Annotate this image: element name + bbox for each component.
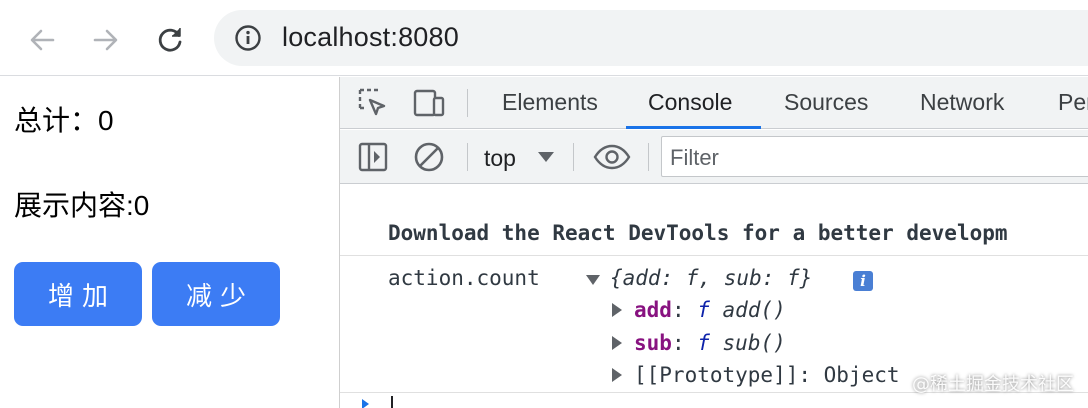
eye-icon[interactable] <box>592 140 632 174</box>
toolbar-divider <box>467 89 468 117</box>
subtract-button[interactable]: 减少 <box>152 262 280 326</box>
function-name: add() <box>709 298 786 322</box>
collapse-triangle-icon[interactable] <box>612 303 622 317</box>
address-bar[interactable]: localhost:8080 <box>214 10 1088 66</box>
total-label: 总计： <box>14 105 99 136</box>
info-icon[interactable] <box>234 24 262 52</box>
toolbar-divider <box>648 143 649 171</box>
collapse-triangle-icon[interactable] <box>612 368 622 382</box>
chevron-down-icon[interactable] <box>538 152 554 162</box>
content-label: 展示内容: <box>14 190 134 221</box>
browser-toolbar: localhost:8080 <box>0 0 1088 76</box>
expand-triangle-icon[interactable] <box>586 275 600 285</box>
device-toolbar-icon[interactable] <box>412 86 446 120</box>
inspect-element-icon[interactable] <box>356 86 390 120</box>
page-viewport: 总计：0 展示内容:0 增加 减少 <box>0 77 339 408</box>
tab-network[interactable]: Network <box>920 89 1004 116</box>
total-line: 总计：0 <box>14 99 114 139</box>
toolbar-divider <box>573 143 574 171</box>
watermark: @稀土掘金技术社区 <box>912 374 1074 395</box>
total-value: 0 <box>98 105 114 136</box>
console-prompt-icon <box>362 399 369 408</box>
info-badge-icon[interactable]: i <box>853 271 873 291</box>
content-value: 0 <box>133 190 150 221</box>
devtools-tabbar: Elements Console Sources Network Per <box>340 77 1088 129</box>
object-preview[interactable]: {add: f, sub: f} <box>610 266 812 290</box>
add-button[interactable]: 增加 <box>14 262 142 326</box>
log-label: action.count <box>388 266 540 290</box>
filter-placeholder: Filter <box>670 145 719 170</box>
property-key: sub <box>634 331 672 355</box>
content-line: 展示内容:0 <box>14 184 149 224</box>
clear-console-icon[interactable] <box>412 140 446 174</box>
reload-icon[interactable] <box>150 20 190 60</box>
tab-console[interactable]: Console <box>648 89 732 116</box>
function-name: sub() <box>709 331 786 355</box>
console-toolbar: top Filter <box>340 130 1088 184</box>
function-marker: f <box>697 331 710 355</box>
react-devtools-message: Download the React DevTools for a better… <box>388 221 1008 245</box>
property-sub[interactable]: sub: f sub() <box>634 331 786 355</box>
tab-elements[interactable]: Elements <box>502 89 598 116</box>
property-separator: : <box>671 298 698 322</box>
property-key: add <box>634 298 672 322</box>
back-arrow-icon[interactable] <box>22 20 62 60</box>
message-divider <box>340 255 1088 256</box>
property-separator: : <box>671 331 698 355</box>
forward-arrow-icon[interactable] <box>86 20 126 60</box>
property-add[interactable]: add: f add() <box>634 298 786 322</box>
sidebar-toggle-icon[interactable] <box>356 140 390 174</box>
url-text[interactable]: localhost:8080 <box>282 22 459 53</box>
active-tab-indicator <box>626 126 761 129</box>
tab-performance[interactable]: Per <box>1058 89 1088 116</box>
function-marker: f <box>697 298 710 322</box>
context-selector[interactable]: top <box>484 145 516 172</box>
collapse-triangle-icon[interactable] <box>612 336 622 350</box>
devtools-panel: Elements Console Sources Network Per top… <box>339 77 1088 408</box>
console-input-caret[interactable] <box>391 396 393 408</box>
filter-input[interactable]: Filter <box>661 136 1088 177</box>
property-prototype[interactable]: [[Prototype]]: Object <box>634 363 900 387</box>
toolbar-divider <box>467 143 468 171</box>
tab-sources[interactable]: Sources <box>784 89 868 116</box>
